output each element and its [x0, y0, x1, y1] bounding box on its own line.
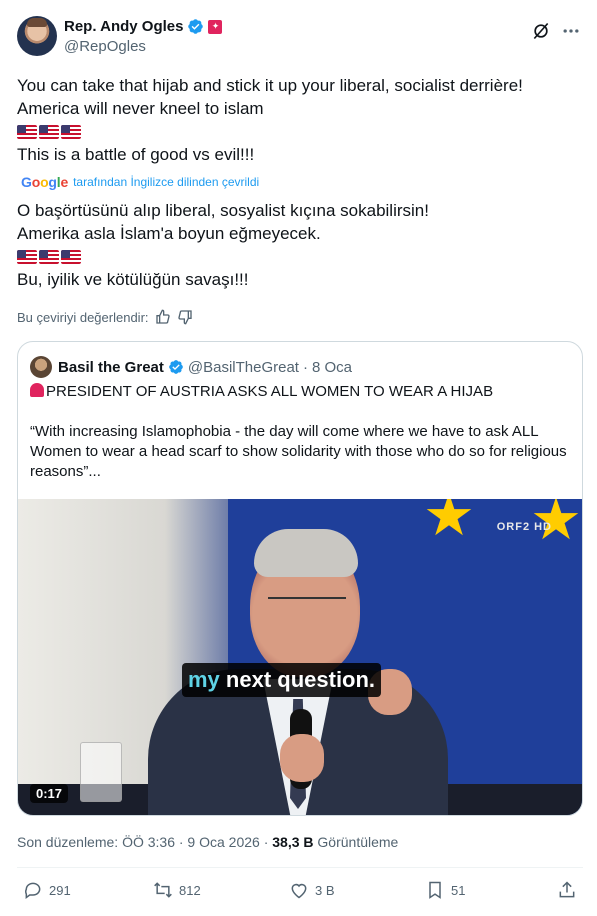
- us-flag-icon: [17, 249, 37, 264]
- divider: [17, 867, 583, 868]
- author-avatar[interactable]: [17, 16, 57, 56]
- reply-icon: [25, 882, 41, 899]
- tweet-meta: Son düzenleme: ÖÖ 3:36 · 9 Oca 2026 · 38…: [17, 834, 398, 850]
- tweet-line: You can take that hijab and stick it up …: [17, 76, 523, 95]
- quoted-author-name: Basil the Great: [58, 358, 164, 376]
- water-glass: [80, 742, 122, 802]
- quoted-author-handle: @BasilTheGreat: [187, 358, 299, 376]
- quoted-date: 8 Oca: [311, 358, 353, 376]
- share-button[interactable]: [557, 880, 577, 900]
- like-count: 3 B: [315, 882, 335, 898]
- thumbs-down-icon[interactable]: [177, 309, 193, 325]
- rate-translation: Bu çeviriyi değerlendir:: [17, 309, 193, 325]
- quoted-author-avatar: [30, 356, 52, 378]
- google-logo-icon: Google: [21, 174, 69, 190]
- channel-logo: ORF2 HD: [496, 521, 552, 533]
- quoted-tweet-header: Basil the Great @BasilTheGreat · 8 Oca: [30, 356, 352, 378]
- verified-badge-icon: [188, 19, 204, 34]
- us-flags-emoji: [17, 120, 577, 143]
- us-flag-icon: [17, 124, 37, 139]
- more-options-icon[interactable]: [561, 21, 581, 41]
- us-flags-emoji: [17, 245, 577, 268]
- rate-translation-label: Bu çeviriyi değerlendir:: [17, 309, 149, 325]
- bookmark-count: 51: [451, 882, 466, 898]
- bookmark-button[interactable]: 51: [425, 880, 465, 900]
- author-display-name[interactable]: Rep. Andy Ogles: [64, 18, 183, 35]
- action-bar: 291 812 3 B 51: [17, 880, 583, 908]
- quoted-body-text: “With increasing Islamophobia - the day …: [30, 423, 567, 480]
- repost-button[interactable]: 812: [153, 880, 201, 900]
- share-icon: [559, 881, 575, 898]
- translation-text: O başörtüsünü alıp liberal, sosyalist kı…: [17, 199, 577, 291]
- like-button[interactable]: 3 B: [289, 880, 335, 900]
- translated-by-label[interactable]: tarafından İngilizce dilinden çevrildi: [73, 175, 259, 189]
- reply-count: 291: [49, 882, 71, 898]
- quoted-tweet[interactable]: Basil the Great @BasilTheGreat · 8 Oca P…: [17, 341, 583, 816]
- tweet-line: This is a battle of good vs evil!!!: [17, 145, 255, 164]
- quoted-separator: ·: [302, 358, 308, 376]
- repost-count: 812: [179, 882, 201, 898]
- us-flag-icon: [61, 124, 81, 139]
- bookmark-icon: [429, 881, 441, 899]
- views-label: Görüntüleme: [317, 834, 399, 850]
- siren-icon: [30, 383, 44, 397]
- tweet-header: Rep. Andy Ogles ✦ @RepOgles: [17, 15, 583, 59]
- edited-timestamp[interactable]: Son düzenleme: ÖÖ 3:36 · 9 Oca 2026 ·: [17, 834, 268, 850]
- speaker-hand: [280, 734, 324, 782]
- translated-by-google[interactable]: Google tarafından İngilizce dilinden çev…: [21, 174, 259, 190]
- heart-icon: [291, 883, 307, 899]
- author-name-row: Rep. Andy Ogles ✦: [64, 18, 223, 35]
- video-duration: 0:17: [30, 784, 69, 803]
- us-flag-icon: [39, 124, 59, 139]
- affiliation-badge-icon: ✦: [208, 19, 223, 34]
- us-flag-icon: [61, 249, 81, 264]
- quoted-headline: PRESIDENT OF AUSTRIA ASKS ALL WOMEN TO W…: [30, 382, 570, 402]
- reply-button[interactable]: 291: [23, 880, 71, 900]
- author-handle[interactable]: @RepOgles: [64, 38, 146, 55]
- video-subtitle: my next question.: [182, 663, 382, 697]
- thumbs-up-icon[interactable]: [155, 309, 171, 325]
- tweet-line: America will never kneel to islam: [17, 99, 264, 118]
- translation-line: O başörtüsünü alıp liberal, sosyalist kı…: [17, 201, 429, 220]
- video-player[interactable]: ★ ★ ORF2 HD my next question. 0:17: [18, 499, 582, 815]
- speaker-glasses: [268, 597, 346, 611]
- speaker-hair: [254, 529, 358, 577]
- translation-line: Amerika asla İslam'a boyun eğmeyecek.: [17, 224, 321, 243]
- grok-icon[interactable]: [531, 21, 551, 41]
- eu-star-icon: ★: [423, 499, 475, 548]
- verified-badge-icon: [169, 360, 183, 374]
- views-count: 38,3 B: [272, 834, 314, 850]
- translation-line: Bu, iyilik ve kötülüğün savaşı!!!: [17, 270, 249, 289]
- tweet-text: You can take that hijab and stick it up …: [17, 74, 577, 166]
- repost-icon: [154, 882, 172, 898]
- quoted-tweet-body: PRESIDENT OF AUSTRIA ASKS ALL WOMEN TO W…: [30, 382, 570, 502]
- us-flag-icon: [39, 249, 59, 264]
